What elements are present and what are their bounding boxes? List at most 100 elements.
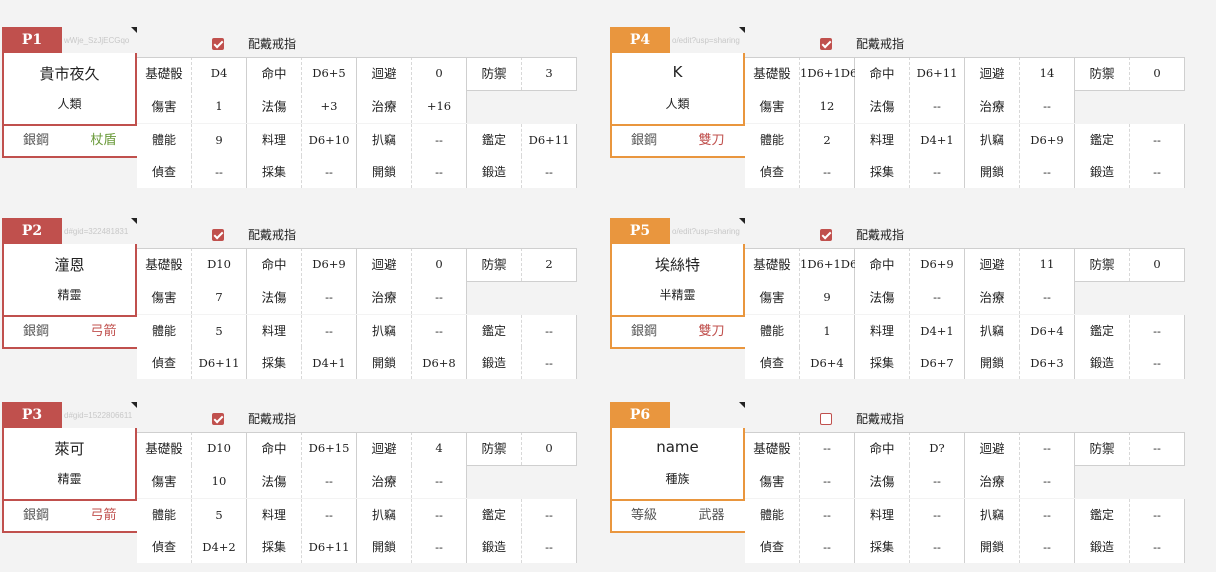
skill-value-pick[interactable]: D6+9 xyxy=(1020,124,1075,156)
stat-value-dodge[interactable]: -- xyxy=(1020,432,1075,465)
weapon-label[interactable]: 弓箭 xyxy=(70,317,137,347)
stat-value-defense[interactable]: 0 xyxy=(1130,248,1185,281)
skill-value-unlock[interactable]: D6+3 xyxy=(1020,347,1075,379)
skill-value-gather[interactable]: -- xyxy=(910,531,965,563)
rank-label[interactable]: 銀鋼 xyxy=(4,501,68,531)
rank-label[interactable]: 銀鋼 xyxy=(4,126,68,156)
skill-value-forge[interactable]: -- xyxy=(1130,531,1185,563)
skill-value-appraise[interactable]: D6+11 xyxy=(522,124,577,156)
character-name[interactable]: 潼恩 xyxy=(4,254,135,275)
stat-value-dodge[interactable]: 0 xyxy=(412,248,467,281)
skill-value-pick[interactable]: -- xyxy=(412,124,467,156)
stat-value-heal[interactable]: -- xyxy=(1020,90,1075,123)
stat-value-magic[interactable]: -- xyxy=(910,465,965,498)
ring-toggle[interactable]: 配戴戒指 xyxy=(820,35,904,52)
skill-value-gather[interactable]: D6+11 xyxy=(302,531,357,563)
skill-value-gather[interactable]: D4+1 xyxy=(302,347,357,379)
skill-value-body[interactable]: 5 xyxy=(192,315,247,347)
stat-value-hit[interactable]: D6+9 xyxy=(910,248,965,281)
ring-toggle[interactable]: 配戴戒指 xyxy=(212,35,296,52)
stat-value-heal[interactable]: +16 xyxy=(412,90,467,123)
character-race[interactable]: 精靈 xyxy=(4,286,135,303)
skill-value-cook[interactable]: D4+1 xyxy=(910,124,965,156)
checkbox-icon[interactable] xyxy=(212,412,224,425)
character-race[interactable]: 半精靈 xyxy=(612,286,743,303)
stat-value-defense[interactable]: 0 xyxy=(522,432,577,465)
checkbox-icon[interactable] xyxy=(820,37,832,50)
stat-value-hit[interactable]: D6+11 xyxy=(910,57,965,90)
stat-value-base[interactable]: 1D6+1D6 xyxy=(800,248,857,281)
sheet-link[interactable] xyxy=(672,411,744,425)
stat-value-hit[interactable]: D6+9 xyxy=(302,248,357,281)
rank-label[interactable]: 銀鋼 xyxy=(612,317,676,347)
skill-value-body[interactable]: 5 xyxy=(192,499,247,531)
skill-value-forge[interactable]: -- xyxy=(1130,156,1185,188)
ring-toggle[interactable]: 配戴戒指 xyxy=(212,226,296,243)
checkbox-icon[interactable] xyxy=(212,228,224,241)
stat-value-base[interactable]: D10 xyxy=(192,248,247,281)
skill-value-detect[interactable]: -- xyxy=(800,156,855,188)
skill-value-body[interactable]: 2 xyxy=(800,124,855,156)
stat-value-magic[interactable]: +3 xyxy=(302,90,357,123)
stat-value-defense[interactable]: -- xyxy=(1130,432,1185,465)
character-name[interactable]: K xyxy=(612,63,743,81)
stat-value-magic[interactable]: -- xyxy=(910,90,965,123)
character-name[interactable]: 萊可 xyxy=(4,438,135,459)
skill-value-gather[interactable]: D6+7 xyxy=(910,347,965,379)
skill-value-appraise[interactable]: -- xyxy=(1130,499,1185,531)
ring-toggle[interactable]: 配戴戒指 xyxy=(212,410,296,427)
skill-value-body[interactable]: 9 xyxy=(192,124,247,156)
stat-value-magic[interactable]: -- xyxy=(302,281,357,314)
skill-value-pick[interactable]: -- xyxy=(412,499,467,531)
skill-value-unlock[interactable]: -- xyxy=(412,156,467,188)
skill-value-unlock[interactable]: -- xyxy=(1020,531,1075,563)
skill-value-appraise[interactable]: -- xyxy=(1130,124,1185,156)
skill-value-forge[interactable]: -- xyxy=(1130,347,1185,379)
skill-value-detect[interactable]: -- xyxy=(192,156,247,188)
skill-value-forge[interactable]: -- xyxy=(522,156,577,188)
stat-value-hit[interactable]: D? xyxy=(910,432,965,465)
skill-value-detect[interactable]: D4+2 xyxy=(192,531,247,563)
weapon-label[interactable]: 武器 xyxy=(678,501,745,531)
ring-toggle[interactable]: 配戴戒指 xyxy=(820,226,904,243)
skill-value-unlock[interactable]: -- xyxy=(1020,156,1075,188)
rank-label[interactable]: 銀鋼 xyxy=(612,126,676,156)
skill-value-gather[interactable]: -- xyxy=(302,156,357,188)
stat-value-magic[interactable]: -- xyxy=(302,465,357,498)
sheet-link[interactable]: wWje_SzJjECGqo xyxy=(64,36,136,50)
stat-value-hit[interactable]: D6+15 xyxy=(302,432,357,465)
weapon-label[interactable]: 雙刀 xyxy=(678,317,745,347)
character-race[interactable]: 種族 xyxy=(612,470,743,487)
character-name[interactable]: 貴市夜久 xyxy=(4,63,135,84)
sheet-link[interactable]: d#gid=1522806611 xyxy=(64,411,136,425)
stat-value-defense[interactable]: 0 xyxy=(1130,57,1185,90)
ring-toggle[interactable]: 配戴戒指 xyxy=(820,410,904,427)
skill-value-body[interactable]: 1 xyxy=(800,315,855,347)
checkbox-icon[interactable] xyxy=(212,37,224,50)
skill-value-detect[interactable]: D6+11 xyxy=(192,347,247,379)
stat-value-damage[interactable]: -- xyxy=(800,465,855,498)
checkbox-icon[interactable] xyxy=(820,412,832,425)
stat-value-heal[interactable]: -- xyxy=(412,281,467,314)
stat-value-base[interactable]: 1D6+1D6 xyxy=(800,57,857,90)
stat-value-defense[interactable]: 3 xyxy=(522,57,577,90)
skill-value-detect[interactable]: -- xyxy=(800,531,855,563)
stat-value-dodge[interactable]: 11 xyxy=(1020,248,1075,281)
stat-value-hit[interactable]: D6+5 xyxy=(302,57,357,90)
rank-label[interactable]: 銀鋼 xyxy=(4,317,68,347)
skill-value-pick[interactable]: -- xyxy=(412,315,467,347)
weapon-label[interactable]: 杖盾 xyxy=(70,126,137,156)
stat-value-heal[interactable]: -- xyxy=(412,465,467,498)
stat-value-defense[interactable]: 2 xyxy=(522,248,577,281)
skill-value-gather[interactable]: -- xyxy=(910,156,965,188)
skill-value-cook[interactable]: D4+1 xyxy=(910,315,965,347)
character-name[interactable]: name xyxy=(612,438,743,456)
checkbox-icon[interactable] xyxy=(820,228,832,241)
stat-value-base[interactable]: D4 xyxy=(192,57,247,90)
stat-value-heal[interactable]: -- xyxy=(1020,281,1075,314)
character-race[interactable]: 精靈 xyxy=(4,470,135,487)
character-name[interactable]: 埃絲特 xyxy=(612,254,743,275)
weapon-label[interactable]: 弓箭 xyxy=(70,501,137,531)
sheet-link[interactable]: d#gid=322481831 xyxy=(64,227,136,241)
stat-value-damage[interactable]: 12 xyxy=(800,90,855,123)
